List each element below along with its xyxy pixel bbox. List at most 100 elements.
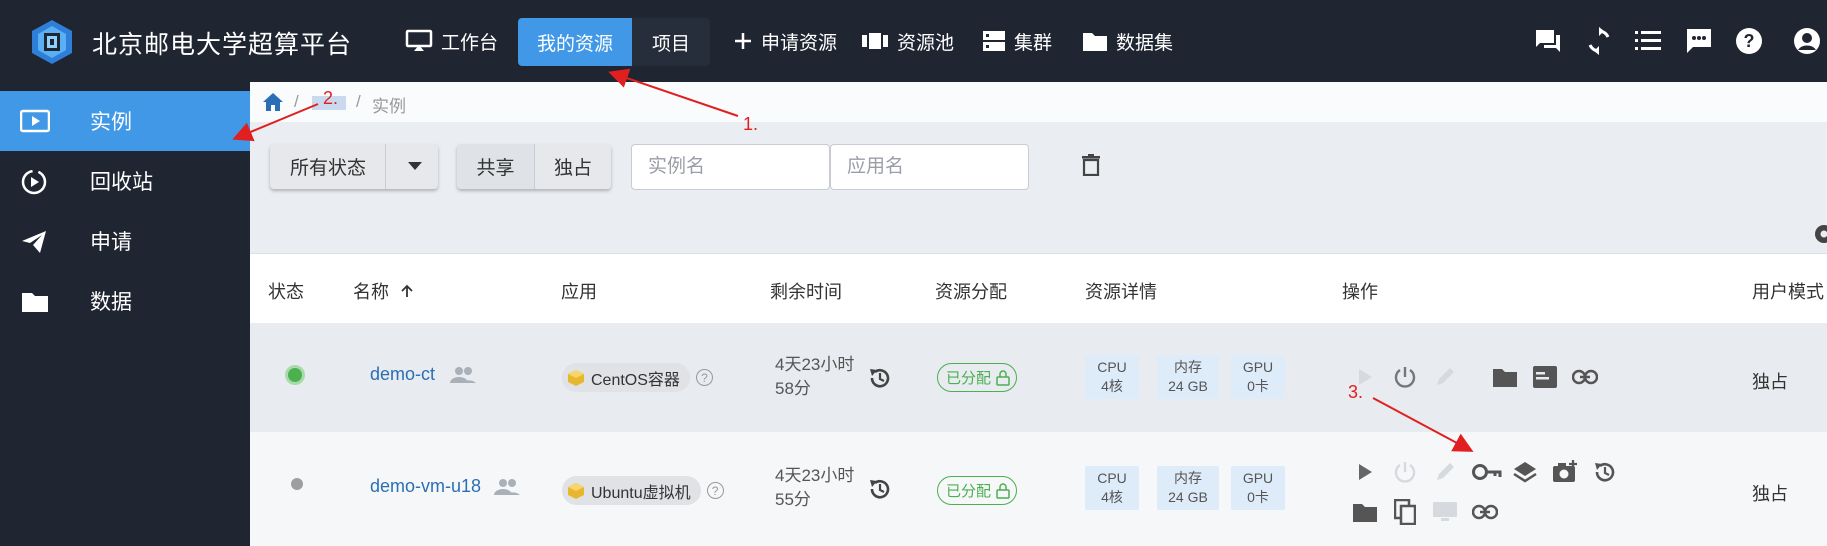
users-icon bbox=[494, 478, 521, 495]
sidebar-item-label: 实例 bbox=[90, 111, 132, 134]
plus-icon bbox=[735, 33, 751, 49]
column-header-details: 资源详情 bbox=[1085, 282, 1157, 302]
allocation-badge: 已分配 bbox=[937, 476, 1018, 505]
sidebar-item-apply[interactable]: 申请 bbox=[0, 211, 250, 271]
user-mode-value: 独占 bbox=[1752, 372, 1788, 392]
screen-cast-icon bbox=[405, 29, 433, 51]
gpu-resource: GPU 0卡 bbox=[1231, 355, 1285, 399]
renew-history-icon[interactable] bbox=[868, 366, 892, 390]
share-toggle-button[interactable]: 共享 bbox=[457, 144, 535, 189]
layers-icon[interactable] bbox=[1511, 458, 1539, 486]
folder-icon bbox=[1083, 33, 1107, 51]
top-navigation-bar: 北京邮电大学超算平台 工作台 我的资源 项目 申请资源 资源池 集群 数据集 ? bbox=[0, 0, 1827, 82]
memory-value: 24 GB bbox=[1168, 489, 1208, 505]
nav-my-resources[interactable]: 我的资源 bbox=[518, 18, 632, 66]
filter-bar: 所有状态 共享 独占 bbox=[250, 122, 1827, 253]
trash-icon[interactable] bbox=[1082, 154, 1100, 176]
nav-workbench[interactable]: 工作台 bbox=[405, 0, 498, 82]
sidebar-item-data[interactable]: 数据 bbox=[0, 271, 250, 331]
nav-apply-resources[interactable]: 申请资源 bbox=[733, 0, 837, 82]
folder-icon[interactable] bbox=[1351, 498, 1379, 526]
nav-projects[interactable]: 项目 bbox=[632, 18, 710, 66]
cpu-value: 4核 bbox=[1101, 378, 1123, 394]
allocation-label: 已分配 bbox=[946, 370, 992, 387]
help-circle-icon[interactable]: ? bbox=[695, 369, 713, 386]
breadcrumb-separator: / bbox=[294, 92, 299, 111]
sort-arrow-up-icon bbox=[401, 284, 413, 297]
folder-icon[interactable] bbox=[1491, 363, 1519, 391]
remaining-time-line1: 4天23小时 bbox=[775, 466, 855, 485]
start-icon[interactable] bbox=[1351, 458, 1379, 486]
nav-cluster-label: 集群 bbox=[1014, 32, 1053, 54]
breadcrumb: / / 实例 bbox=[250, 82, 1827, 122]
nav-resource-pool[interactable]: 资源池 bbox=[861, 0, 954, 82]
nav-resource-pool-label: 资源池 bbox=[897, 32, 955, 54]
instance-name-link[interactable]: demo-ct bbox=[370, 364, 435, 385]
status-filter-label: 所有状态 bbox=[290, 158, 367, 179]
power-icon[interactable] bbox=[1391, 363, 1419, 391]
table-header: 状态 名称 应用 剩余时间 资源分配 资源详情 操作 用户模式 bbox=[250, 253, 1827, 323]
exclusive-toggle-button[interactable]: 独占 bbox=[535, 144, 611, 189]
chat-icon[interactable] bbox=[1533, 26, 1563, 56]
cpu-label: CPU bbox=[1097, 359, 1127, 375]
package-icon bbox=[568, 482, 584, 499]
cpu-resource: CPU 4核 bbox=[1085, 355, 1139, 399]
recycle-icon bbox=[21, 169, 47, 195]
send-icon bbox=[22, 231, 46, 253]
sidebar-item-instances[interactable]: 实例 bbox=[0, 91, 250, 151]
sync-icon[interactable] bbox=[1584, 26, 1614, 56]
link-icon[interactable] bbox=[1471, 498, 1499, 526]
history-icon[interactable] bbox=[1591, 458, 1619, 486]
user-mode-value: 独占 bbox=[1752, 484, 1788, 504]
help-circle-icon[interactable]: ? bbox=[706, 482, 724, 499]
column-header-actions: 操作 bbox=[1342, 282, 1378, 302]
nav-projects-label: 项目 bbox=[651, 33, 690, 55]
column-header-allocation: 资源分配 bbox=[935, 282, 1007, 302]
instance-name-cell: demo-ct bbox=[370, 364, 477, 385]
memory-resource: 内存 24 GB bbox=[1157, 466, 1219, 510]
console-window-icon[interactable] bbox=[1531, 363, 1559, 391]
status-filter-dropdown[interactable]: 所有状态 bbox=[270, 144, 438, 189]
memory-value: 24 GB bbox=[1168, 378, 1208, 394]
link-icon[interactable] bbox=[1571, 363, 1599, 391]
package-icon bbox=[568, 369, 584, 386]
annotation-label-3: 3. bbox=[1348, 382, 1364, 402]
column-header-name[interactable]: 名称 bbox=[353, 278, 414, 304]
lock-icon bbox=[996, 369, 1010, 386]
sidebar-item-recycle[interactable]: 回收站 bbox=[0, 151, 250, 211]
cpu-value: 4核 bbox=[1101, 489, 1123, 505]
mode-toggle-group: 共享 独占 bbox=[457, 144, 611, 189]
help-icon[interactable]: ? bbox=[1734, 26, 1764, 56]
message-icon[interactable] bbox=[1684, 26, 1714, 56]
gear-icon[interactable] bbox=[1810, 222, 1827, 246]
nav-datasets[interactable]: 数据集 bbox=[1082, 0, 1173, 82]
app-name-input[interactable] bbox=[830, 144, 1029, 190]
gpu-label: GPU bbox=[1242, 470, 1274, 486]
memory-label: 内存 bbox=[1174, 470, 1202, 486]
remaining-time-line1: 4天23小时 bbox=[775, 355, 855, 374]
folder-icon bbox=[22, 293, 48, 312]
renew-history-icon[interactable] bbox=[868, 477, 892, 501]
breadcrumb-current: 实例 bbox=[372, 97, 406, 116]
home-icon[interactable] bbox=[262, 92, 284, 112]
key-icon[interactable] bbox=[1471, 458, 1503, 486]
instance-name-link[interactable]: demo-vm-u18 bbox=[370, 476, 481, 497]
sidebar-item-label: 回收站 bbox=[90, 171, 153, 194]
list-icon[interactable] bbox=[1633, 26, 1663, 56]
memory-resource: 内存 24 GB bbox=[1157, 355, 1219, 399]
caret-down-icon[interactable] bbox=[408, 162, 422, 171]
copy-icon[interactable] bbox=[1391, 498, 1419, 526]
app-chip: Ubuntu虚拟机 bbox=[562, 476, 701, 505]
annotation-label-1: 1. bbox=[743, 114, 759, 134]
nav-cluster[interactable]: 集群 bbox=[982, 0, 1052, 82]
remaining-time: 4天23小时 58分 bbox=[775, 353, 854, 401]
account-icon[interactable] bbox=[1792, 26, 1822, 56]
column-header-status: 状态 bbox=[268, 282, 304, 302]
column-header-app: 应用 bbox=[561, 282, 597, 302]
users-icon bbox=[450, 366, 477, 383]
cpu-label: CPU bbox=[1097, 470, 1127, 486]
status-stopped-indicator bbox=[291, 478, 303, 490]
app-name: Ubuntu虚拟机 bbox=[591, 484, 691, 502]
add-snapshot-icon[interactable] bbox=[1551, 458, 1579, 486]
instance-name-input[interactable] bbox=[631, 144, 830, 190]
